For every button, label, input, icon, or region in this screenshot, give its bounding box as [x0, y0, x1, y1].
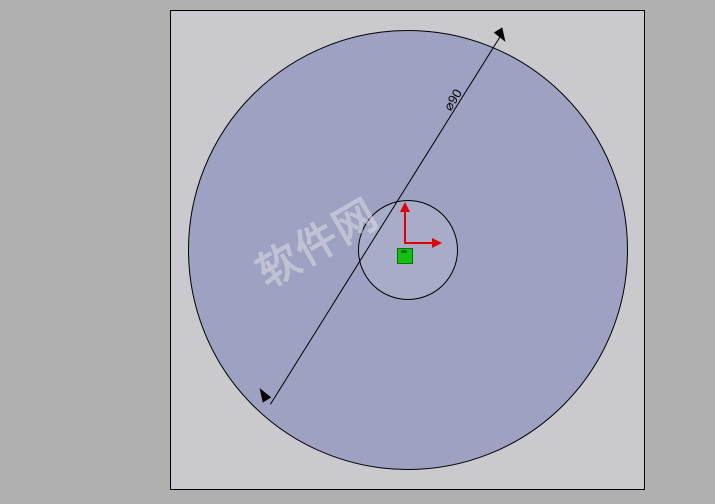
- y-axis-arrow-icon: [404, 210, 406, 242]
- cad-viewport[interactable]: 软件网 ⌀90: [0, 0, 715, 504]
- x-axis-arrow-icon: [404, 242, 434, 244]
- origin-marker-icon[interactable]: [397, 248, 413, 264]
